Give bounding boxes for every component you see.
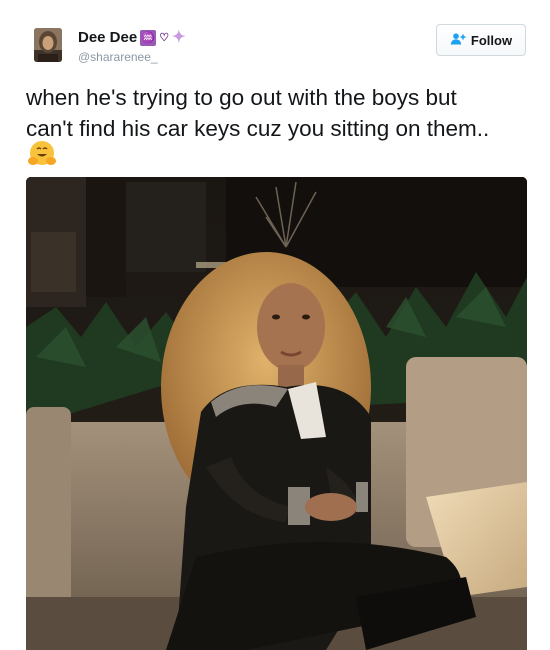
add-user-icon: [450, 33, 466, 47]
hugging-face-icon: [27, 140, 57, 168]
tweet-photo[interactable]: [26, 177, 527, 650]
avatar[interactable]: [34, 28, 62, 62]
sparkles-icon: ✦: [172, 28, 186, 46]
tweet-text-line-1: when he's trying to go out with the boys…: [26, 85, 457, 110]
user-handle[interactable]: @shararenee_: [78, 50, 158, 64]
display-name[interactable]: Dee Dee ♒ ♡ ✦: [78, 29, 185, 46]
tweet-card: Dee Dee ♒ ♡ ✦ @shararenee_ Follow when h…: [0, 0, 550, 650]
follow-button[interactable]: Follow: [436, 24, 526, 56]
tweet-text: when he's trying to go out with the boys…: [26, 82, 536, 144]
heart-icon: ♡: [159, 31, 170, 44]
display-name-text: Dee Dee: [78, 29, 138, 46]
aquarius-icon: ♒: [140, 29, 157, 46]
tweet-text-line-2: can't find his car keys cuz you sitting …: [26, 116, 490, 141]
follow-button-label: Follow: [470, 32, 513, 48]
